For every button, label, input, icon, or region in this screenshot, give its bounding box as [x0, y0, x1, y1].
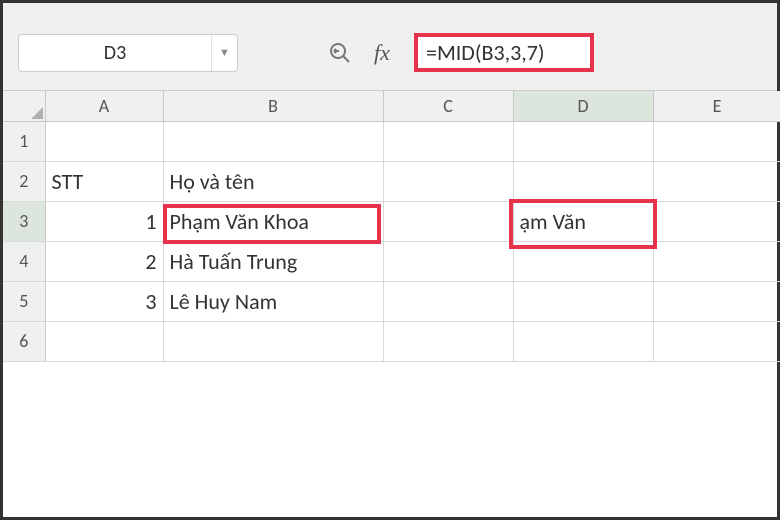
row-header-4[interactable]: 4 [3, 241, 45, 281]
formula-bar: D3 ▼ fx =MID(B3,3,7) [3, 3, 777, 91]
cell-A2[interactable]: STT [45, 161, 163, 201]
cell-D1[interactable] [513, 121, 653, 161]
cell-D2[interactable] [513, 161, 653, 201]
fx-icon[interactable]: fx [368, 39, 396, 67]
cell-C5[interactable] [383, 281, 513, 321]
row-header-3[interactable]: 3 [3, 201, 45, 241]
name-box-value: D3 [19, 41, 211, 65]
row-header-5[interactable]: 5 [3, 281, 45, 321]
cell-E6[interactable] [653, 321, 780, 361]
cell-A5[interactable]: 3 [45, 281, 163, 321]
cell-D5[interactable] [513, 281, 653, 321]
table-row: 5 3 Lê Huy Nam [3, 281, 780, 321]
cell-C3[interactable] [383, 201, 513, 241]
cell-B4[interactable]: Hà Tuấn Trung [163, 241, 383, 281]
cell-C6[interactable] [383, 321, 513, 361]
table-row: 3 1 Phạm Văn Khoa ạm Văn [3, 201, 780, 241]
column-header-B[interactable]: B [163, 91, 383, 121]
row-header-1[interactable]: 1 [3, 121, 45, 161]
cell-C1[interactable] [383, 121, 513, 161]
cell-B5[interactable]: Lê Huy Nam [163, 281, 383, 321]
column-header-A[interactable]: A [45, 91, 163, 121]
cell-C4[interactable] [383, 241, 513, 281]
row-header-2[interactable]: 2 [3, 161, 45, 201]
spreadsheet-grid[interactable]: A B C D E 1 2 STT Họ và tên [3, 91, 777, 362]
table-row: 6 [3, 321, 780, 361]
cell-B2[interactable]: Họ và tên [163, 161, 383, 201]
chevron-down-icon[interactable]: ▼ [211, 35, 237, 71]
name-box[interactable]: D3 ▼ [18, 34, 238, 72]
cell-D3[interactable]: ạm Văn [513, 201, 653, 241]
cell-A1[interactable] [45, 121, 163, 161]
cell-E3[interactable] [653, 201, 780, 241]
column-header-D[interactable]: D [513, 91, 653, 121]
cell-A3[interactable]: 1 [45, 201, 163, 241]
cell-E5[interactable] [653, 281, 780, 321]
cell-B3[interactable]: Phạm Văn Khoa [163, 201, 383, 241]
cell-C2[interactable] [383, 161, 513, 201]
select-all-corner[interactable] [3, 91, 45, 121]
cell-E1[interactable] [653, 121, 780, 161]
cell-E4[interactable] [653, 241, 780, 281]
cell-D6[interactable] [513, 321, 653, 361]
cell-B1[interactable] [163, 121, 383, 161]
column-header-E[interactable]: E [653, 91, 780, 121]
formula-input[interactable]: =MID(B3,3,7) [414, 33, 594, 72]
table-row: 4 2 Hà Tuấn Trung [3, 241, 780, 281]
cell-B6[interactable] [163, 321, 383, 361]
cell-E2[interactable] [653, 161, 780, 201]
formula-text: =MID(B3,3,7) [426, 39, 545, 66]
row-header-6[interactable]: 6 [3, 321, 45, 361]
cell-A4[interactable]: 2 [45, 241, 163, 281]
cell-D4[interactable] [513, 241, 653, 281]
cell-A6[interactable] [45, 321, 163, 361]
search-icon[interactable] [326, 39, 354, 67]
table-row: 1 [3, 121, 780, 161]
column-header-C[interactable]: C [383, 91, 513, 121]
table-row: 2 STT Họ và tên [3, 161, 780, 201]
